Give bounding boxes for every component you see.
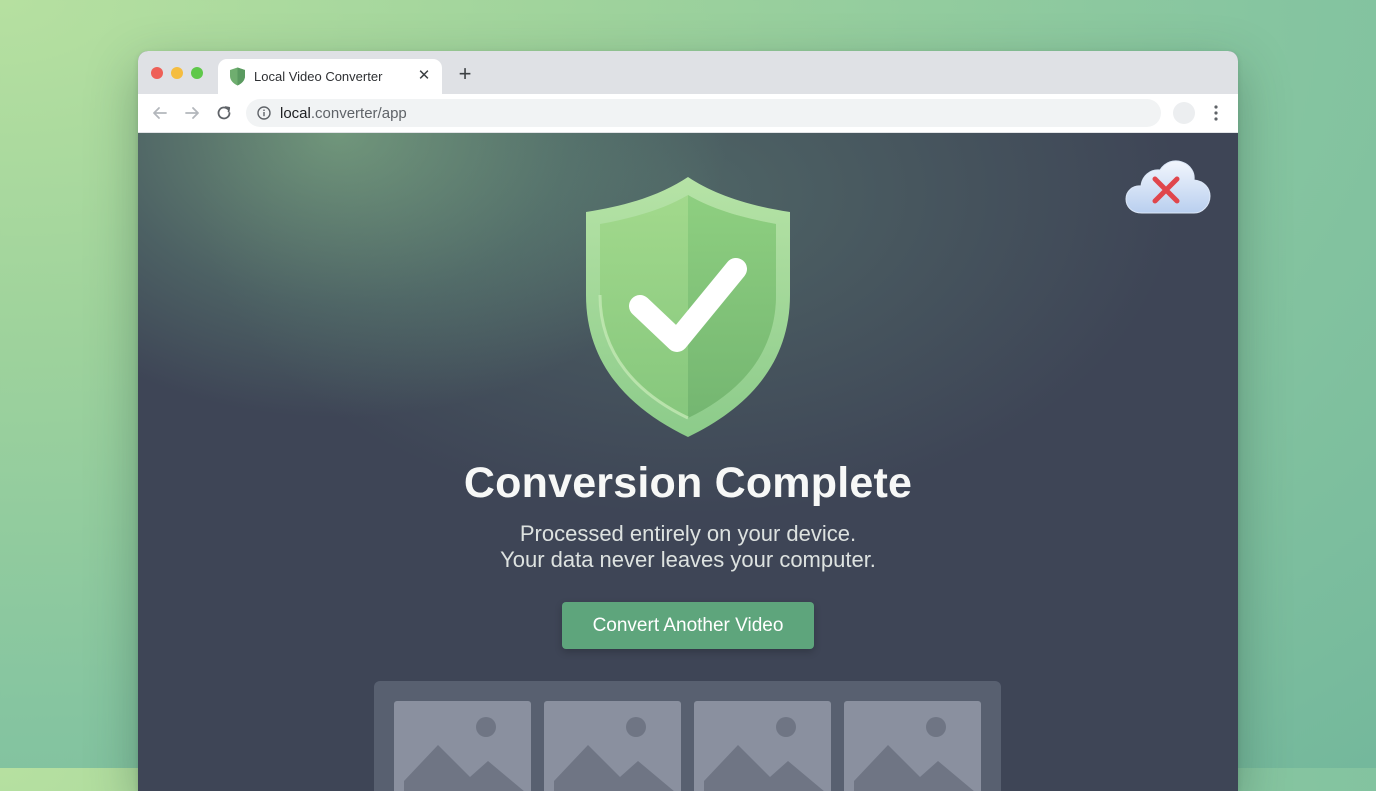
reload-icon[interactable] bbox=[213, 102, 235, 124]
info-icon[interactable] bbox=[257, 106, 271, 120]
thumbnail-gallery bbox=[374, 681, 1001, 791]
convert-another-video-button[interactable]: Convert Another Video bbox=[562, 602, 814, 649]
page-title: Conversion Complete bbox=[463, 459, 913, 507]
app-content: Conversion Complete Processed entirely o… bbox=[138, 133, 1238, 791]
image-placeholder-icon bbox=[854, 717, 974, 791]
subtitle-line-1: Processed entirely on your device. bbox=[519, 521, 857, 546]
image-placeholder-icon bbox=[704, 717, 824, 791]
address-bar[interactable]: local.converter/app bbox=[246, 99, 1161, 127]
shield-icon bbox=[230, 67, 245, 86]
close-icon[interactable]: ✕ bbox=[414, 66, 434, 86]
url-text: local.converter/app bbox=[280, 105, 407, 122]
plus-icon[interactable]: + bbox=[454, 63, 476, 86]
subtitle-line-2: Your data never leaves your computer. bbox=[500, 547, 876, 572]
image-placeholder-icon bbox=[404, 717, 524, 791]
tab-bar: Local Video Converter ✕ + bbox=[138, 51, 1238, 94]
tab-local-video-converter[interactable]: Local Video Converter ✕ bbox=[218, 59, 442, 94]
maximize-window-button[interactable] bbox=[191, 67, 203, 79]
shield-check-icon bbox=[586, 177, 790, 437]
arrow-right-icon[interactable] bbox=[181, 102, 203, 124]
video-thumbnail[interactable] bbox=[544, 701, 681, 791]
browser-toolbar: local.converter/app bbox=[138, 94, 1238, 133]
minimize-window-button[interactable] bbox=[171, 67, 183, 79]
video-thumbnail[interactable] bbox=[394, 701, 531, 791]
arrow-left-icon[interactable] bbox=[149, 102, 171, 124]
video-thumbnail[interactable] bbox=[694, 701, 831, 791]
url-host: local bbox=[280, 105, 311, 122]
browser-window: Local Video Converter ✕ + local.converte… bbox=[138, 51, 1238, 791]
profile-avatar[interactable] bbox=[1173, 102, 1195, 124]
vertical-dots-icon[interactable] bbox=[1207, 102, 1225, 124]
image-placeholder-icon bbox=[554, 717, 674, 791]
close-window-button[interactable] bbox=[151, 67, 163, 79]
cloud-x-icon bbox=[1125, 160, 1211, 214]
video-thumbnail[interactable] bbox=[844, 701, 981, 791]
tab-title: Local Video Converter bbox=[254, 69, 383, 84]
url-path: .converter/app bbox=[310, 105, 407, 122]
